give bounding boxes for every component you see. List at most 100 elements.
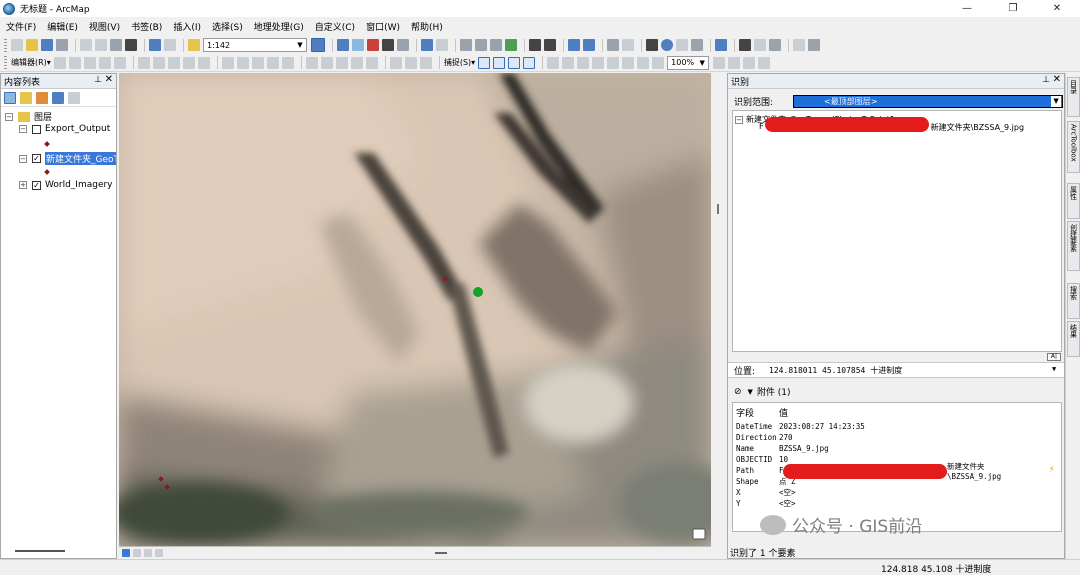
end-snap-icon[interactable] — [493, 56, 506, 69]
validate-icon[interactable] — [251, 56, 264, 69]
html-popup-icon[interactable] — [691, 39, 703, 51]
identify-icon[interactable] — [661, 39, 673, 51]
list-by-visibility-icon[interactable] — [36, 91, 48, 104]
toc-root-layers[interactable]: − 图层 — [5, 110, 52, 123]
maximize-button[interactable]: ❐ — [990, 0, 1036, 17]
open-folder-icon[interactable] — [26, 39, 38, 51]
close-button[interactable]: ✕ — [1034, 0, 1080, 17]
rotate-icon[interactable] — [152, 56, 165, 69]
attribute-row[interactable]: Y <空> — [736, 498, 796, 509]
catalog-icon[interactable] — [352, 39, 364, 51]
viewer-icon[interactable] — [793, 39, 805, 51]
layout-zoom-out-icon[interactable] — [577, 56, 590, 69]
focus-data-frame-icon[interactable] — [728, 56, 741, 69]
list-by-drawing-order-icon[interactable] — [4, 91, 16, 104]
collapse-icon[interactable]: − — [19, 154, 27, 163]
splitter-grip[interactable] — [717, 204, 719, 214]
menu-customize[interactable]: 自定义(C) — [315, 20, 355, 33]
close-icon[interactable]: ✕ — [1053, 74, 1061, 85]
minimize-button[interactable]: — — [944, 0, 990, 17]
hyperlink-lightning-icon[interactable]: ⚡ — [1049, 465, 1055, 475]
layer-visibility-checkbox[interactable]: ✓ — [32, 180, 41, 190]
edge-snap-icon[interactable] — [523, 56, 536, 69]
tab-create-features[interactable]: 创建要素 — [1067, 221, 1080, 271]
layout-zoom-in-icon[interactable] — [562, 56, 575, 69]
fixed-zoom-in-icon[interactable] — [529, 39, 541, 51]
map-tips-icon[interactable] — [692, 528, 706, 540]
collapse-icon[interactable]: − — [19, 125, 27, 133]
edit-tool-icon[interactable] — [53, 56, 66, 69]
parcel-icon[interactable] — [404, 56, 417, 69]
expand-icon[interactable]: + — [19, 181, 27, 189]
identify-scope-select[interactable]: <最顶部图层> ▼ — [793, 95, 1064, 108]
identified-point-marker[interactable] — [473, 287, 483, 297]
layout-back-icon[interactable] — [637, 56, 650, 69]
rectify-icon[interactable] — [350, 56, 363, 69]
pan-icon[interactable] — [490, 39, 502, 51]
zoom-out-icon[interactable] — [475, 39, 487, 51]
close-icon[interactable]: ✕ — [105, 74, 113, 85]
chevron-down-icon[interactable]: ▼ — [1051, 96, 1062, 107]
map-view[interactable] — [119, 73, 711, 546]
layout-forward-icon[interactable] — [652, 56, 665, 69]
toc-options-icon[interactable] — [68, 91, 80, 104]
menu-insert[interactable]: 插入(I) — [173, 20, 201, 33]
attribute-row[interactable]: DateTime 2023:08:27 14:23:35 — [736, 421, 865, 432]
zoom-in-icon[interactable] — [460, 39, 472, 51]
create-viewer-icon[interactable] — [808, 39, 820, 51]
list-by-selection-icon[interactable] — [52, 91, 64, 104]
layout-pan-icon[interactable] — [592, 56, 605, 69]
cut-icon[interactable] — [80, 39, 92, 51]
select-features-icon[interactable] — [607, 39, 619, 51]
toggle-draft-icon[interactable] — [713, 56, 726, 69]
error-inspector-icon[interactable] — [281, 56, 294, 69]
list-by-source-icon[interactable] — [20, 91, 32, 104]
tab-catalog[interactable]: 目录 — [1067, 77, 1080, 117]
toolbar-grip[interactable] — [4, 38, 7, 52]
sketch-properties-icon[interactable] — [182, 56, 195, 69]
time-slider-icon[interactable] — [769, 39, 781, 51]
identify-results-tree[interactable]: − 新建文件夹_GeoTaggedPhotosToPoint1 F 新建文件夹\… — [732, 110, 1062, 352]
table-of-contents-icon[interactable] — [337, 39, 349, 51]
snapping-menu[interactable]: 捕捉(S)▾ — [444, 57, 475, 68]
redo-icon[interactable] — [164, 39, 176, 51]
create-features-icon[interactable] — [197, 56, 210, 69]
menu-geoprocessing[interactable]: 地理处理(G) — [254, 20, 304, 33]
copy-icon[interactable] — [95, 39, 107, 51]
adjust-icon[interactable] — [365, 56, 378, 69]
save-icon[interactable] — [41, 39, 53, 51]
collapse-icon[interactable]: − — [735, 115, 743, 124]
toc-layer-export-output[interactable]: − Export_Output — [19, 124, 110, 134]
python-icon[interactable] — [382, 39, 394, 51]
toc-horizontal-scrollbar[interactable] — [15, 550, 65, 552]
add-data-icon[interactable] — [188, 39, 200, 51]
straight-segment-icon[interactable] — [83, 56, 96, 69]
layout-view-icon[interactable] — [133, 549, 141, 557]
data-driven-pages-icon[interactable] — [758, 56, 771, 69]
refresh-icon[interactable] — [144, 549, 152, 557]
tab-results[interactable]: 结果 — [1067, 321, 1080, 357]
back-extent-icon[interactable] — [568, 39, 580, 51]
fix-error-icon[interactable] — [266, 56, 279, 69]
fixed-zoom-out-icon[interactable] — [544, 39, 556, 51]
vertex-snap-icon[interactable] — [508, 56, 521, 69]
tab-arctoolbox[interactable]: ArcToolbox — [1067, 121, 1080, 173]
attribute-row[interactable]: X <空> — [736, 487, 796, 498]
control-points-icon[interactable] — [320, 56, 333, 69]
results-icon[interactable] — [436, 39, 448, 51]
point-icon[interactable] — [113, 56, 126, 69]
layout-select-icon[interactable] — [547, 56, 560, 69]
layer-visibility-checkbox[interactable]: ✓ — [32, 154, 41, 163]
menu-edit[interactable]: 编辑(E) — [47, 20, 78, 33]
toc-layer-world-imagery[interactable]: + ✓ World_Imagery — [19, 180, 113, 190]
undo-icon[interactable] — [149, 39, 161, 51]
menu-bookmarks[interactable]: 书签(B) — [131, 20, 162, 33]
scale-combo[interactable]: 1:142 ▼ — [203, 38, 307, 52]
network-icon[interactable] — [419, 56, 432, 69]
full-extent-icon[interactable] — [505, 39, 517, 51]
georef-icon[interactable] — [305, 56, 318, 69]
go-to-xy-icon[interactable] — [754, 39, 766, 51]
data-view-icon[interactable] — [122, 549, 130, 557]
change-layout-icon[interactable] — [743, 56, 756, 69]
measure-icon[interactable] — [715, 39, 727, 51]
